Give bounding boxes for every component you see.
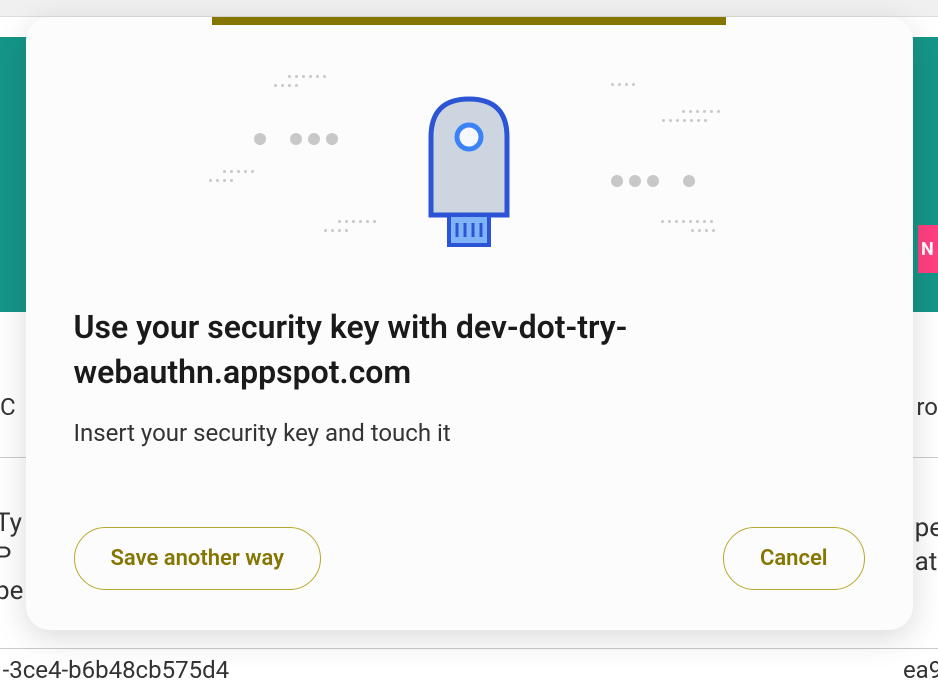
decorative-dots-icon [661, 220, 715, 232]
decorative-dots-icon [611, 83, 635, 86]
illustration-area [74, 75, 865, 275]
dialog-title: Use your security key with dev-dot-try-w… [74, 305, 865, 395]
dialog-button-row: Save another way Cancel [74, 527, 865, 590]
decorative-dots-icon [324, 220, 376, 232]
decorative-dots-icon [274, 75, 326, 87]
decorative-dots-icon [611, 175, 695, 187]
security-key-dialog: Use your security key with dev-dot-try-w… [26, 17, 913, 630]
security-key-icon [419, 95, 519, 255]
dialog-subtitle: Insert your security key and touch it [74, 419, 865, 447]
modal-overlay: Use your security key with dev-dot-try-w… [0, 0, 938, 684]
dialog-content: Use your security key with dev-dot-try-w… [26, 25, 913, 630]
decorative-dots-icon [209, 170, 254, 182]
decorative-dots-icon [662, 110, 720, 122]
cancel-button[interactable]: Cancel [723, 527, 865, 590]
save-another-way-button[interactable]: Save another way [74, 527, 322, 590]
decorative-dots-icon [254, 133, 338, 145]
progress-indicator [212, 17, 726, 25]
